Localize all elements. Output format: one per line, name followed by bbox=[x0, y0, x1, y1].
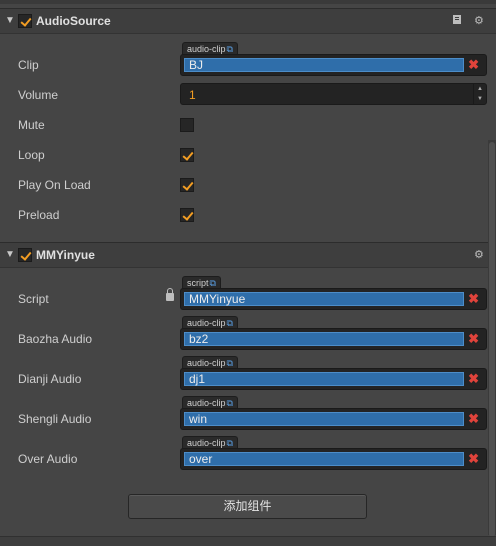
step-up-icon[interactable]: ▲ bbox=[474, 84, 486, 94]
clip-asset-value[interactable]: BJ bbox=[184, 58, 464, 72]
component-enabled-checkbox[interactable] bbox=[18, 248, 32, 262]
script-asset-value[interactable]: MMYinyue bbox=[184, 292, 464, 306]
link-icon[interactable]: ⧉ bbox=[227, 438, 233, 448]
top-strip bbox=[0, 0, 496, 4]
shengli-audio-value[interactable]: win bbox=[184, 412, 464, 426]
dianji-audio-asset-field[interactable]: dj1 ✖ bbox=[180, 368, 487, 390]
link-icon[interactable]: ⧉ bbox=[210, 278, 216, 288]
preload-checkbox[interactable] bbox=[180, 208, 194, 222]
volume-value[interactable]: 1 bbox=[189, 88, 196, 102]
component-title: MMYinyue bbox=[36, 248, 95, 262]
component-header-mmyinyue[interactable]: ▼ MMYinyue ⚙ bbox=[0, 242, 496, 268]
help-book-icon[interactable] bbox=[452, 14, 463, 28]
over-audio-label: Over Audio bbox=[18, 452, 78, 466]
volume-number-input[interactable]: 1 ▲ ▼ bbox=[180, 83, 487, 105]
collapse-arrow-icon[interactable]: ▼ bbox=[5, 15, 15, 26]
component-header-audiosource[interactable]: ▼ AudioSource ⚙ bbox=[0, 8, 496, 34]
scrollbar-thumb[interactable] bbox=[489, 142, 495, 537]
link-icon[interactable]: ⧉ bbox=[227, 318, 233, 328]
over-audio-asset-field[interactable]: over ✖ bbox=[180, 448, 487, 470]
volume-label: Volume bbox=[18, 88, 59, 102]
volume-stepper[interactable]: ▲ ▼ bbox=[473, 84, 486, 104]
clip-asset-field[interactable]: BJ ✖ bbox=[180, 54, 487, 76]
remove-dianji-audio-icon[interactable]: ✖ bbox=[468, 371, 479, 387]
preload-label: Preload bbox=[18, 208, 60, 222]
step-down-icon[interactable]: ▼ bbox=[474, 94, 486, 104]
mute-checkbox[interactable] bbox=[180, 118, 194, 132]
scrollbar[interactable] bbox=[488, 140, 496, 537]
remove-script-icon[interactable]: ✖ bbox=[468, 291, 479, 307]
baozha-audio-asset-field[interactable]: bz2 ✖ bbox=[180, 328, 487, 350]
settings-gear-icon[interactable]: ⚙ bbox=[474, 14, 484, 27]
clip-label: Clip bbox=[18, 58, 39, 72]
component-title: AudioSource bbox=[36, 14, 111, 28]
component-enabled-checkbox[interactable] bbox=[18, 14, 32, 28]
remove-over-audio-icon[interactable]: ✖ bbox=[468, 451, 479, 467]
link-icon[interactable]: ⧉ bbox=[227, 398, 233, 408]
add-component-button[interactable]: 添加组件 bbox=[128, 494, 367, 519]
over-audio-value[interactable]: over bbox=[184, 452, 464, 466]
script-label: Script bbox=[18, 292, 49, 306]
mute-label: Mute bbox=[18, 118, 45, 132]
collapse-arrow-icon[interactable]: ▼ bbox=[5, 249, 15, 260]
remove-clip-icon[interactable]: ✖ bbox=[468, 57, 479, 73]
baozha-audio-label: Baozha Audio bbox=[18, 332, 93, 346]
script-asset-field[interactable]: MMYinyue ✖ bbox=[180, 288, 487, 310]
settings-gear-icon[interactable]: ⚙ bbox=[474, 248, 484, 261]
lock-icon bbox=[166, 288, 174, 301]
remove-shengli-audio-icon[interactable]: ✖ bbox=[468, 411, 479, 427]
baozha-audio-value[interactable]: bz2 bbox=[184, 332, 464, 346]
play-on-load-label: Play On Load bbox=[18, 178, 91, 192]
play-on-load-checkbox[interactable] bbox=[180, 178, 194, 192]
loop-checkbox[interactable] bbox=[180, 148, 194, 162]
link-icon[interactable]: ⧉ bbox=[227, 44, 233, 54]
link-icon[interactable]: ⧉ bbox=[227, 358, 233, 368]
dianji-audio-label: Dianji Audio bbox=[18, 372, 82, 386]
remove-baozha-audio-icon[interactable]: ✖ bbox=[468, 331, 479, 347]
shengli-audio-asset-field[interactable]: win ✖ bbox=[180, 408, 487, 430]
shengli-audio-label: Shengli Audio bbox=[18, 412, 92, 426]
dianji-audio-value[interactable]: dj1 bbox=[184, 372, 464, 386]
loop-label: Loop bbox=[18, 148, 45, 162]
